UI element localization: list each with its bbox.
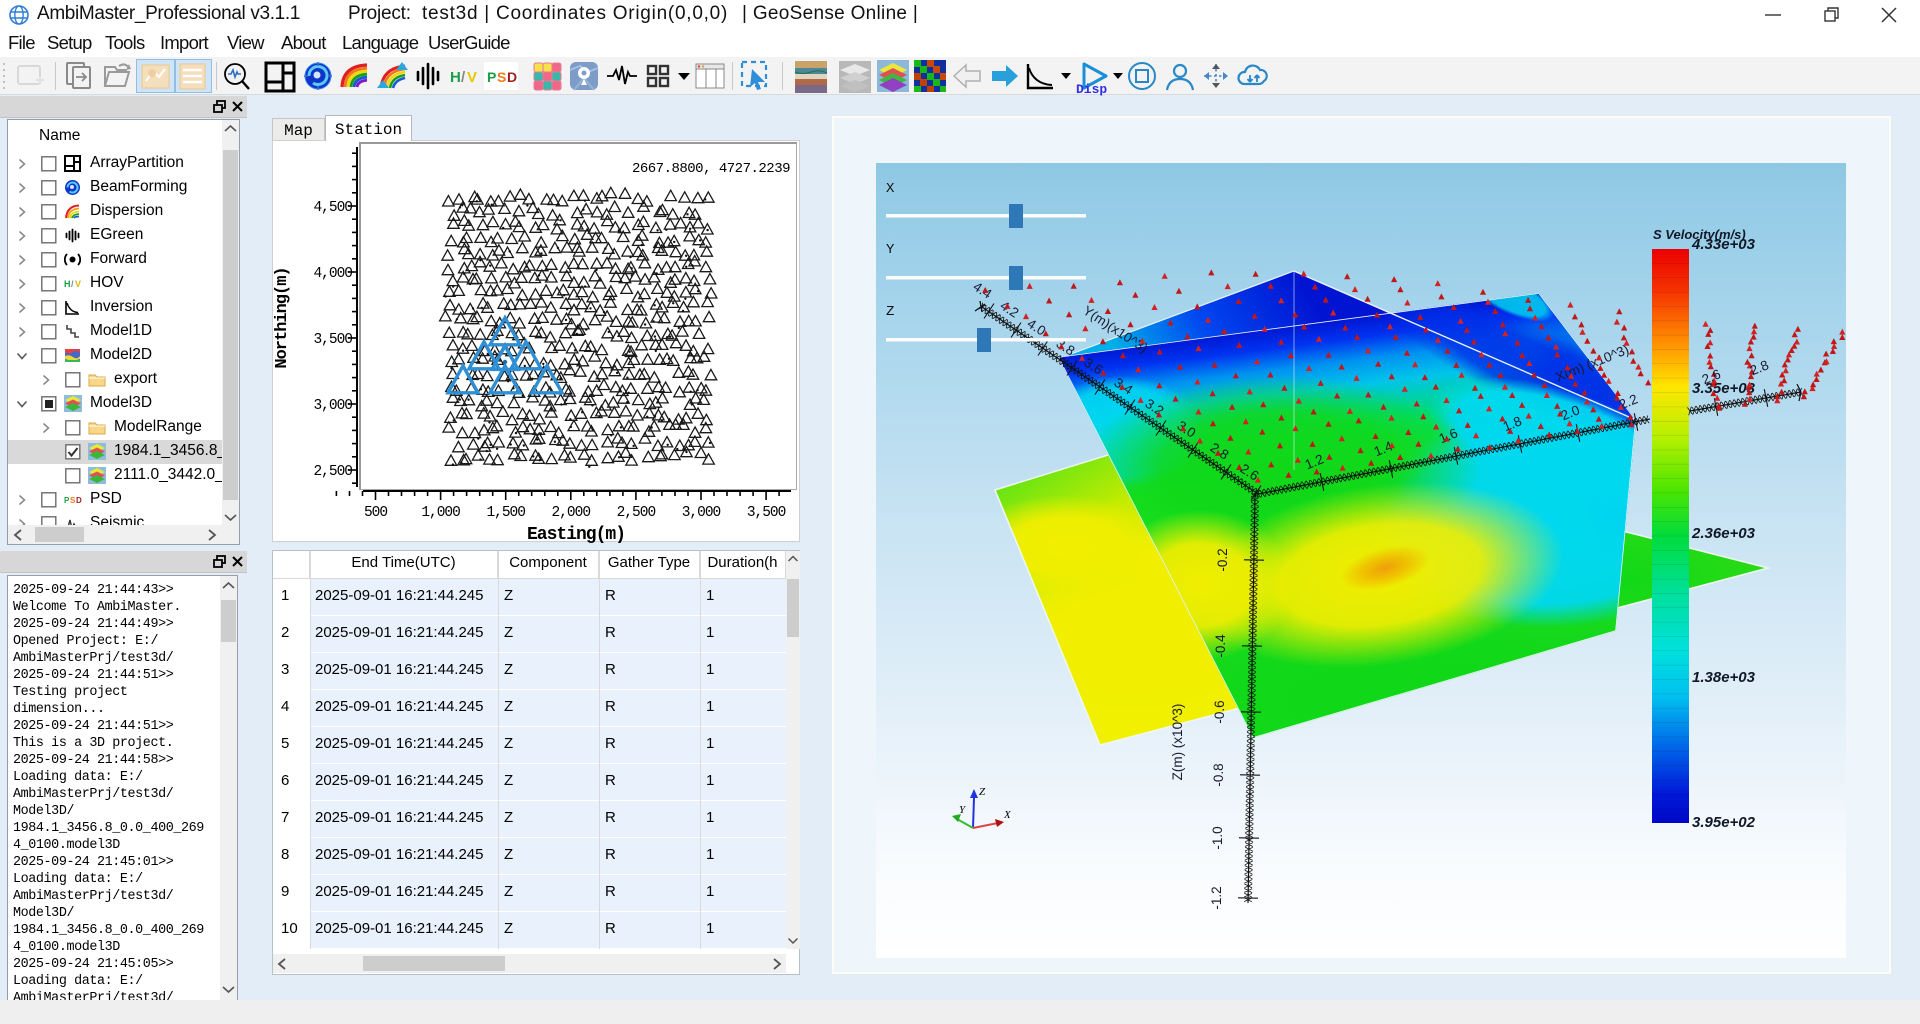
svg-text:-0.6: -0.6: [1212, 700, 1227, 723]
svg-text:4.33e+03: 4.33e+03: [1691, 236, 1756, 253]
svg-text:3,500: 3,500: [747, 505, 786, 521]
svg-text:-1.0: -1.0: [1210, 826, 1225, 849]
svg-text:2,000: 2,000: [552, 505, 591, 521]
svg-text:-0.8: -0.8: [1211, 763, 1226, 786]
svg-text:V: V: [467, 69, 477, 86]
svg-text:Y: Y: [886, 242, 895, 258]
svg-text:-0.2: -0.2: [1215, 548, 1230, 571]
svg-text:2,500: 2,500: [617, 505, 656, 521]
svg-text:Z: Z: [979, 786, 986, 798]
svg-text:S: S: [497, 69, 506, 85]
svg-text:4,500: 4,500: [313, 200, 352, 216]
svg-text:Z(m) (x10^3): Z(m) (x10^3): [1170, 704, 1185, 781]
svg-text:1.38e+03: 1.38e+03: [1692, 669, 1756, 686]
svg-text:P: P: [487, 69, 496, 85]
svg-text:V: V: [75, 279, 81, 289]
svg-text:/: /: [461, 69, 466, 86]
svg-text:X: X: [886, 181, 895, 197]
svg-text:-0.4: -0.4: [1213, 634, 1228, 658]
svg-text:H: H: [450, 69, 461, 86]
svg-text:3,000: 3,000: [682, 505, 721, 521]
svg-text:Disp: Disp: [1076, 82, 1107, 96]
svg-text:3,500: 3,500: [313, 332, 352, 348]
svg-text:D: D: [507, 69, 517, 85]
svg-text:-1.2: -1.2: [1209, 886, 1224, 909]
svg-text:3,000: 3,000: [313, 398, 352, 414]
svg-text:Northing(m): Northing(m): [273, 267, 292, 368]
svg-text:1,500: 1,500: [486, 505, 525, 521]
svg-text:2,500: 2,500: [313, 464, 352, 480]
svg-text:2.36e+03: 2.36e+03: [1691, 525, 1756, 542]
svg-text:D: D: [76, 496, 82, 505]
svg-text:H: H: [64, 279, 71, 289]
svg-text:X: X: [1003, 809, 1012, 821]
svg-text:1,000: 1,000: [421, 505, 460, 521]
svg-text:Easting(m): Easting(m): [527, 525, 625, 543]
svg-text:2667.8800, 4727.2239: 2667.8800, 4727.2239: [632, 161, 790, 177]
svg-text:Z: Z: [886, 304, 894, 320]
svg-text:3.35e+03: 3.35e+03: [1692, 380, 1756, 397]
svg-text:3.95e+02: 3.95e+02: [1692, 814, 1756, 831]
svg-text:500: 500: [364, 505, 387, 521]
svg-text:/: /: [71, 279, 74, 289]
svg-text:4,000: 4,000: [313, 266, 352, 282]
